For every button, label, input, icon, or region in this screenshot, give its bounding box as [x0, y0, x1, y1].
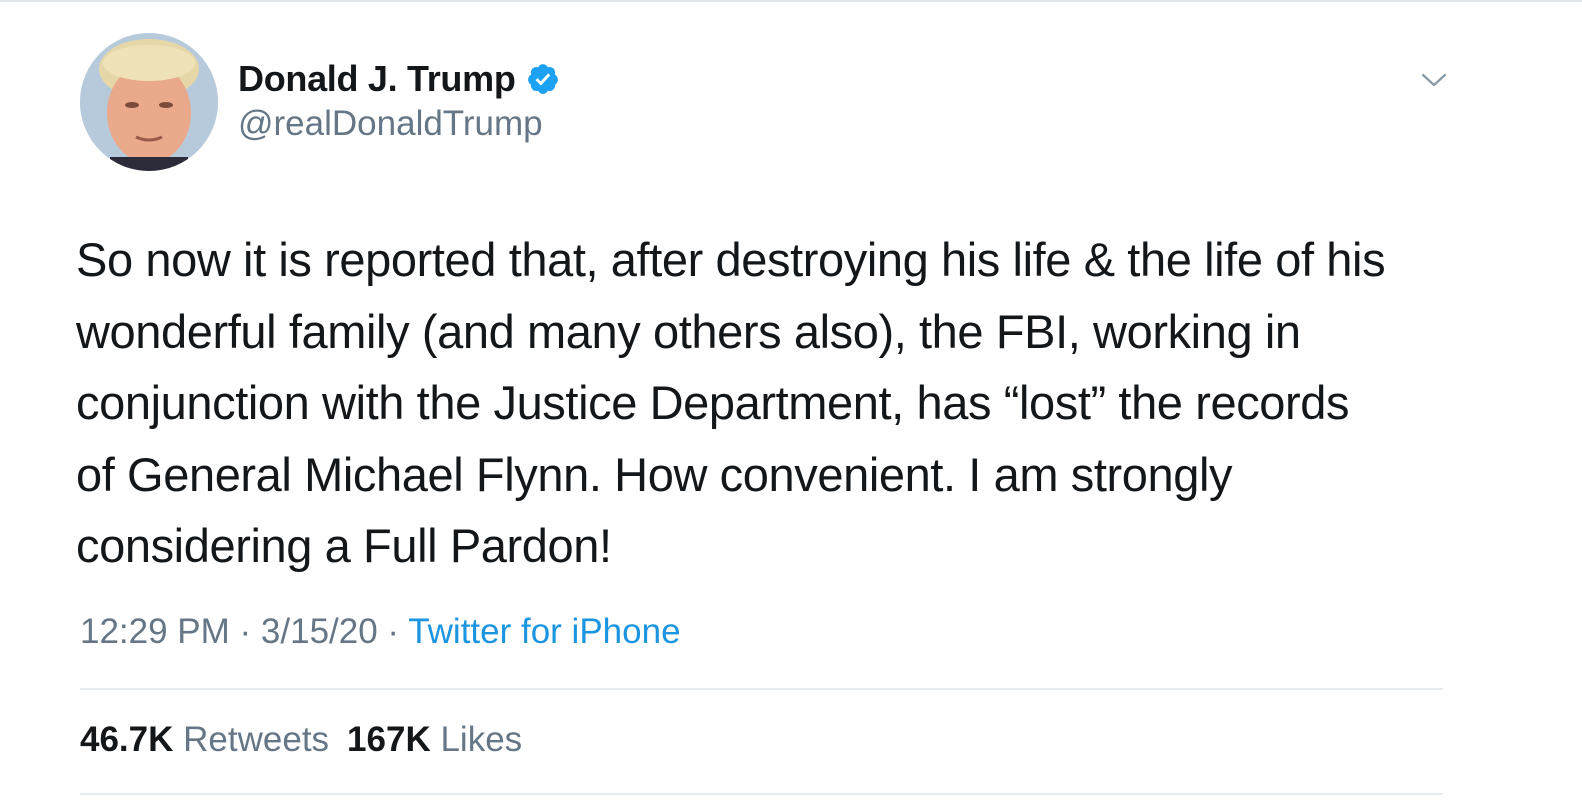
avatar[interactable] [80, 33, 218, 171]
retweets-count: 46.7K [80, 720, 174, 759]
tweet-stats: 46.7K Retweets 167K Likes [80, 720, 540, 760]
meta-separator: · [229, 612, 261, 651]
tweet-time[interactable]: 12:29 PM [80, 612, 230, 651]
avatar-image [80, 33, 218, 171]
verified-badge-icon [526, 62, 560, 96]
tweet-date[interactable]: 3/15/20 [261, 612, 378, 651]
likes-stat[interactable]: 167K Likes [347, 720, 522, 760]
meta-separator: · [377, 612, 409, 651]
top-divider [0, 0, 1582, 2]
tweet-source-link[interactable]: Twitter for iPhone [408, 612, 680, 651]
author-handle[interactable]: @realDonaldTrump [238, 104, 543, 144]
retweets-label: Retweets [183, 720, 330, 759]
author-name-row[interactable]: Donald J. Trump [238, 56, 560, 102]
tweet-text: So now it is reported that, after destro… [76, 233, 1386, 572]
likes-count: 167K [347, 720, 431, 759]
chevron-down-icon[interactable] [1418, 64, 1450, 96]
retweets-stat[interactable]: 46.7K Retweets [80, 720, 329, 760]
author-display-name[interactable]: Donald J. Trump [238, 58, 516, 100]
divider [80, 793, 1443, 795]
divider [80, 688, 1443, 690]
tweet-meta: 12:29 PM · 3/15/20 · Twitter for iPhone [80, 612, 681, 652]
likes-label: Likes [440, 720, 523, 759]
tweet-card: Donald J. Trump @realDonaldTrump So now … [0, 0, 1582, 805]
